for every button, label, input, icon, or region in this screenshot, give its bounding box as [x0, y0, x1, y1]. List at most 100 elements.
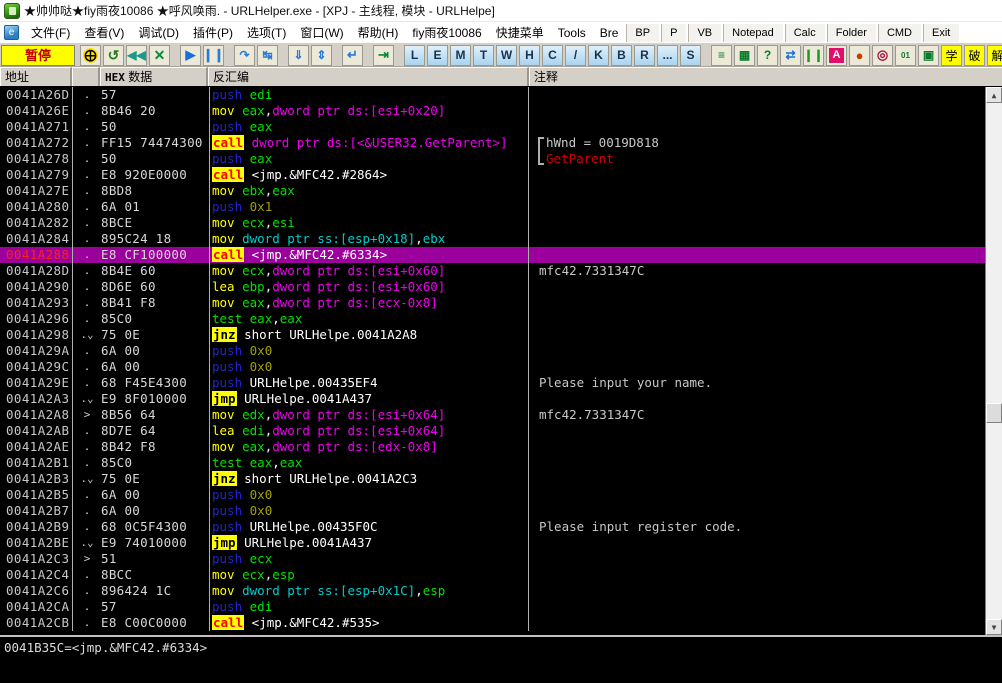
- row-marker[interactable]: .: [73, 167, 101, 183]
- pause-green-icon[interactable]: ❙❙: [803, 44, 824, 66]
- row-disassembly[interactable]: mov ecx,dword ptr ds:[esi+0x60]: [210, 263, 528, 279]
- menu-bre[interactable]: Bre: [593, 24, 626, 42]
- disassembly-row[interactable]: 0041A2C3 >51 push ecx: [0, 551, 985, 567]
- row-hex-dump[interactable]: E8 CF100000: [101, 247, 209, 263]
- trace-over-icon[interactable]: ⇕: [311, 44, 332, 66]
- row-address[interactable]: 0041A271: [0, 119, 72, 135]
- system-menu-icon[interactable]: e: [4, 25, 19, 40]
- menu-file[interactable]: 文件(F): [24, 22, 77, 43]
- row-disassembly[interactable]: push 0x0: [210, 343, 528, 359]
- binary-icon[interactable]: 01: [895, 44, 916, 66]
- row-marker[interactable]: .: [73, 375, 101, 391]
- row-hex-dump[interactable]: 895C24 18: [101, 231, 209, 247]
- disassembly-row[interactable]: 0041A2A8 >8B56 64 mov edx,dword ptr ds:[es…: [0, 407, 985, 423]
- row-address[interactable]: 0041A2B7: [0, 503, 72, 519]
- row-hex-dump[interactable]: 8B41 F8: [101, 295, 209, 311]
- row-hex-dump[interactable]: 68 F45E4300: [101, 375, 209, 391]
- menu-window[interactable]: 窗口(W): [293, 22, 350, 43]
- row-disassembly[interactable]: call dword ptr ds:[<&USER32.GetParent>]: [210, 135, 528, 151]
- windows-grid-icon[interactable]: ▦: [734, 44, 755, 66]
- row-address[interactable]: 0041A279: [0, 167, 72, 183]
- row-marker[interactable]: .: [73, 343, 101, 359]
- menu-quickmenu[interactable]: 快捷菜单: [489, 22, 551, 43]
- row-hex-dump[interactable]: 8B4E 60: [101, 263, 209, 279]
- row-address[interactable]: 0041A2A3: [0, 391, 72, 407]
- help-icon[interactable]: ?: [757, 44, 778, 66]
- row-hex-dump[interactable]: 51: [101, 551, 209, 567]
- row-address[interactable]: 0041A2B9: [0, 519, 72, 535]
- row-address[interactable]: 0041A296: [0, 311, 72, 327]
- row-address[interactable]: 0041A288: [0, 247, 72, 263]
- row-hex-dump[interactable]: 8B56 64: [101, 407, 209, 423]
- row-marker[interactable]: .: [73, 583, 101, 599]
- source-button[interactable]: S: [680, 44, 701, 66]
- menu-options[interactable]: 选项(T): [240, 22, 293, 43]
- row-address[interactable]: 0041A28D: [0, 263, 72, 279]
- row-marker[interactable]: .: [73, 311, 101, 327]
- scrollbar-thumb[interactable]: [986, 403, 1002, 423]
- options-list-icon[interactable]: ≡: [711, 44, 732, 66]
- row-disassembly[interactable]: push ecx: [210, 551, 528, 567]
- restart-icon[interactable]: ↺: [103, 44, 124, 66]
- row-disassembly[interactable]: call <jmp.&MFC42.#535>: [210, 615, 528, 631]
- scrollbar-track[interactable]: [986, 103, 1002, 619]
- menu-tools[interactable]: Tools: [551, 24, 593, 42]
- row-marker[interactable]: .: [73, 183, 101, 199]
- row-hex-dump[interactable]: 8BCE: [101, 215, 209, 231]
- disassembly-row[interactable]: 0041A26D. 57 push edi: [0, 87, 985, 103]
- toolbtn-cmd[interactable]: CMD: [877, 23, 921, 42]
- row-disassembly[interactable]: push URLHelpe.00435F0C: [210, 519, 528, 535]
- toolbtn-calc[interactable]: Calc: [784, 23, 825, 42]
- row-address[interactable]: 0041A2A8: [0, 407, 72, 423]
- run-to-cursor-icon[interactable]: ⇥: [373, 44, 394, 66]
- row-hex-dump[interactable]: 50: [101, 151, 209, 167]
- row-address[interactable]: 0041A2B1: [0, 455, 72, 471]
- menu-plugins[interactable]: 插件(P): [186, 22, 240, 43]
- row-disassembly[interactable]: push edi: [210, 599, 528, 615]
- toolbtn-folder[interactable]: Folder: [826, 23, 876, 42]
- column-header-comment[interactable]: 注释: [529, 67, 1002, 86]
- row-address[interactable]: 0041A26D: [0, 87, 72, 103]
- row-marker[interactable]: .: [73, 439, 101, 455]
- row-hex-dump[interactable]: 75 0E: [101, 327, 209, 343]
- row-hex-dump[interactable]: E9 74010000: [101, 535, 209, 551]
- disassembly-row[interactable]: 0041A282. 8BCE mov ecx,esi: [0, 215, 985, 231]
- row-disassembly[interactable]: call <jmp.&MFC42.#2864>: [210, 167, 528, 183]
- row-address[interactable]: 0041A29C: [0, 359, 72, 375]
- target-icon[interactable]: ◎: [872, 44, 893, 66]
- row-address[interactable]: 0041A272: [0, 135, 72, 151]
- row-hex-dump[interactable]: 8BD8: [101, 183, 209, 199]
- row-disassembly[interactable]: jnz short URLHelpe.0041A2C3: [210, 471, 528, 487]
- open-module-icon[interactable]: ⨁: [80, 44, 101, 66]
- row-hex-dump[interactable]: 57: [101, 599, 209, 615]
- row-hex-dump[interactable]: 6A 00: [101, 359, 209, 375]
- toolbtn-notepad[interactable]: Notepad: [723, 23, 783, 42]
- row-address[interactable]: 0041A2C3: [0, 551, 72, 567]
- row-address[interactable]: 0041A282: [0, 215, 72, 231]
- row-disassembly[interactable]: jnz short URLHelpe.0041A2A8: [210, 327, 528, 343]
- menu-fiy[interactable]: fiy雨夜10086: [405, 22, 488, 43]
- row-marker[interactable]: .⌄: [73, 471, 101, 487]
- row-disassembly[interactable]: jmp URLHelpe.0041A437: [210, 391, 528, 407]
- disassembly-row[interactable]: 0041A2A3 .⌄ E9 8F010000 jmp URLHelpe.0041A4…: [0, 391, 985, 407]
- row-disassembly[interactable]: push eax: [210, 119, 528, 135]
- row-marker[interactable]: .: [73, 247, 101, 263]
- row-marker[interactable]: .: [73, 503, 101, 519]
- row-hex-dump[interactable]: 50: [101, 119, 209, 135]
- row-marker[interactable]: .: [73, 199, 101, 215]
- row-disassembly[interactable]: mov eax,dword ptr ds:[edx-0x8]: [210, 439, 528, 455]
- menu-help[interactable]: 帮助(H): [351, 22, 406, 43]
- row-address[interactable]: 0041A27E: [0, 183, 72, 199]
- row-hex-dump[interactable]: 8BCC: [101, 567, 209, 583]
- disassembly-row[interactable]: 0041A2B7. 6A 00 push 0x0: [0, 503, 985, 519]
- breakpoints-button[interactable]: B: [611, 44, 632, 66]
- row-hex-dump[interactable]: 6A 00: [101, 503, 209, 519]
- row-disassembly[interactable]: call <jmp.&MFC42.#6334>: [210, 247, 528, 263]
- row-marker[interactable]: .: [73, 103, 101, 119]
- row-disassembly[interactable]: lea ebp,dword ptr ds:[esi+0x60]: [210, 279, 528, 295]
- disassembly-row[interactable]: 0041A2AE. 8B42 F8 mov eax,dword ptr ds:[ed…: [0, 439, 985, 455]
- row-disassembly[interactable]: push 0x0: [210, 503, 528, 519]
- row-disassembly[interactable]: mov dword ptr ss:[esp+0x18],ebx: [210, 231, 528, 247]
- row-address[interactable]: 0041A2CB: [0, 615, 72, 631]
- log-window-button[interactable]: L: [404, 44, 425, 66]
